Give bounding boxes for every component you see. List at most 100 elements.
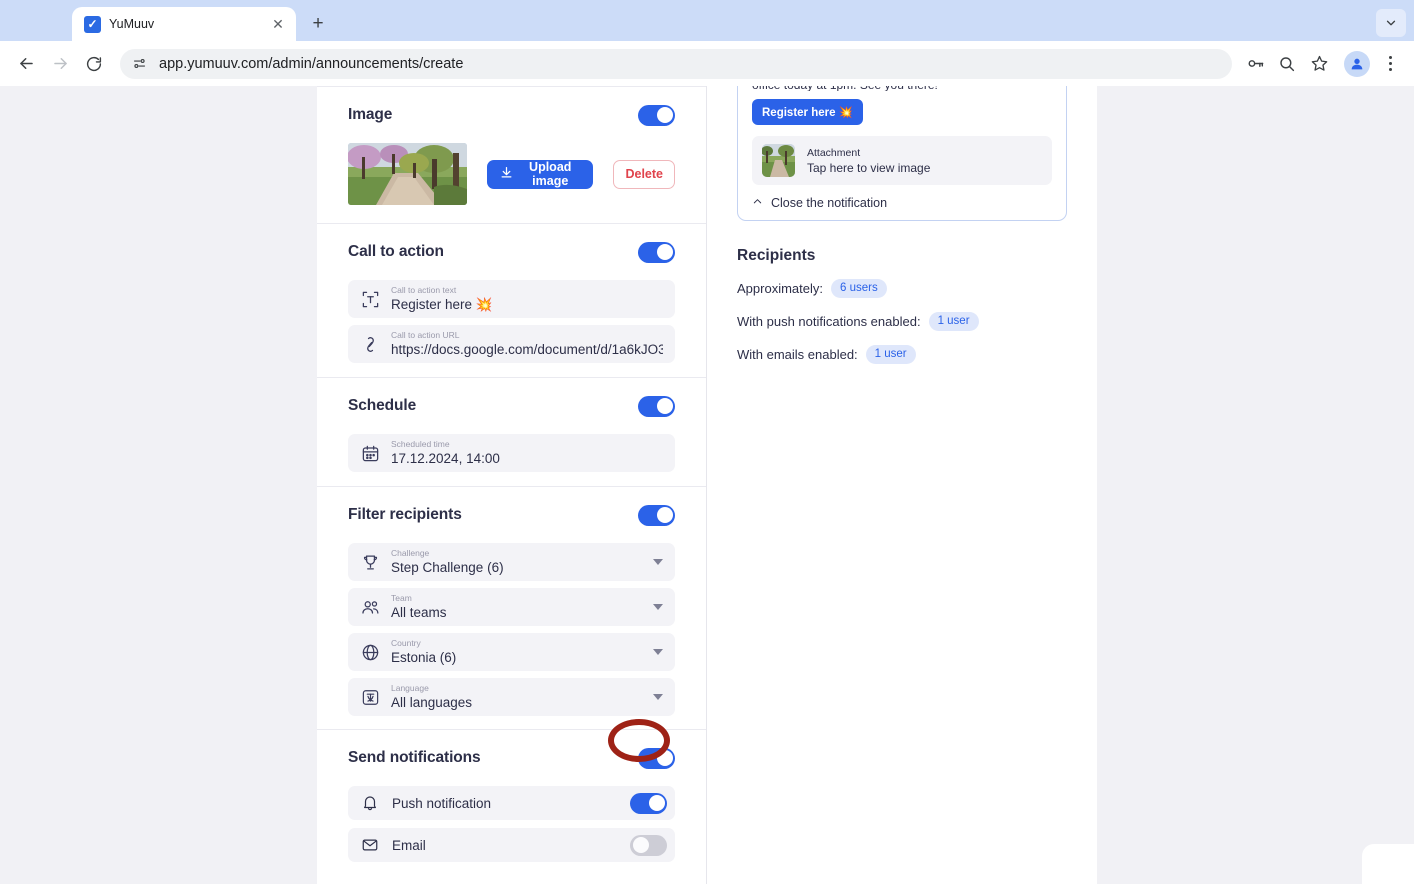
translate-icon [360,687,380,707]
close-icon[interactable]: ✕ [268,14,288,34]
browser-toolbar: app.yumuuv.com/admin/announcements/creat… [0,41,1414,86]
reload-icon[interactable] [78,48,110,80]
zoom-icon[interactable] [1272,49,1302,79]
cta-text-field[interactable]: Call to action text Register here 💥 [348,280,675,318]
password-key-icon[interactable] [1240,49,1270,79]
tab-strip: ✓ YuMuuv ✕ + [0,0,1414,41]
filter-language-value: All languages [391,695,473,710]
toggle-push-notification[interactable] [630,792,667,814]
preview-cta-chip[interactable]: Register here 💥 [752,99,864,125]
recipient-label: With push notifications enabled: [737,314,921,329]
toggle-schedule[interactable] [638,395,675,417]
scheduled-time-label: Scheduled time [391,439,450,449]
filter-team-body: Team All teams [391,593,636,621]
chevron-down-icon[interactable] [653,649,663,655]
filter-country-select[interactable]: Country Estonia (6) [348,633,675,671]
recipient-count-badge: 1 user [928,312,979,331]
site-settings-icon[interactable] [128,53,150,75]
recipient-count-badge: 1 user [865,345,916,364]
toggle-cta[interactable] [638,241,675,263]
browser-window: ✓ YuMuuv ✕ + app.yumuuv.com/admin/announ… [0,0,1414,884]
section-title-filter: Filter recipients [348,506,462,523]
envelope-icon [360,835,380,855]
recipients-title: Recipients [737,247,816,264]
option-push-notification[interactable]: Push notification [348,786,675,820]
chevron-up-icon [752,196,763,210]
chevron-down-icon[interactable] [653,604,663,610]
cta-url-label: Call to action URL [391,330,460,340]
toggle-email[interactable] [630,834,667,856]
attachment-thumbnail [762,144,795,177]
announcement-create-card: Image Upload image Delete Call to action… [317,86,1097,884]
favicon-icon: ✓ [84,15,101,33]
address-bar[interactable]: app.yumuuv.com/admin/announcements/creat… [120,48,1232,79]
filter-country-body: Country Estonia (6) [391,638,636,666]
filter-team-select[interactable]: Team All teams [348,588,675,626]
toggle-send-notifications[interactable] [638,747,675,769]
filter-language-select[interactable]: Language All languages [348,678,675,716]
toolbar-icons [1240,49,1404,79]
section-cta-header: Call to action [348,224,675,280]
option-email-label: Email [392,837,426,853]
forward-icon[interactable] [44,48,76,80]
section-filter-header: Filter recipients [348,487,675,543]
upload-image-label: Upload image [529,160,572,188]
recipient-row-approximately: Approximately: 6 users [737,279,1067,298]
calendar-icon [360,443,380,463]
bookmark-star-icon[interactable] [1304,49,1334,79]
cta-text-label: Call to action text [391,285,457,295]
filter-team-label: Team [391,593,412,603]
toggle-image[interactable] [638,104,675,126]
image-row: Upload image Delete [348,143,675,223]
attachment-subtitle: Tap here to view image [807,160,931,175]
scheduled-time-value: 17.12.2024, 14:00 [391,451,500,466]
cta-url-field[interactable]: Call to action URL https://docs.google.c… [348,325,675,363]
toggle-filter[interactable] [638,504,675,526]
close-notification-row[interactable]: Close the notification [752,196,1052,210]
bell-icon [360,793,380,813]
notification-preview-card: office today at 1pm. See you there! Regi… [737,86,1067,221]
attachment-texts: Attachment Tap here to view image [807,146,930,176]
section-title-schedule: Schedule [348,397,417,414]
filter-language-body: Language All languages [391,683,636,711]
form-column: Image Upload image Delete Call to action… [317,86,707,884]
filter-language-label: Language [391,683,429,693]
option-email[interactable]: Email [348,828,675,862]
filter-challenge-body: Challenge Step Challenge (6) [391,548,636,576]
tab-title: YuMuuv [109,17,155,31]
chevron-down-icon[interactable] [653,559,663,565]
filter-country-label: Country [391,638,421,648]
chrome-menu-icon[interactable] [1376,49,1404,79]
scheduled-time-body: Scheduled time 17.12.2024, 14:00 [391,439,663,467]
cta-text-body: Call to action text Register here 💥 [391,285,663,313]
back-icon[interactable] [10,48,42,80]
upload-image-button[interactable]: Upload image [487,159,594,189]
recipient-label: Approximately: [737,281,823,296]
image-thumbnail[interactable] [348,143,467,205]
floating-widget[interactable] [1362,844,1414,884]
section-image-header: Image [348,87,675,143]
delete-image-button[interactable]: Delete [613,159,675,189]
text-format-icon [360,289,380,309]
globe-icon [360,642,380,662]
link-icon [360,334,380,354]
new-tab-button[interactable]: + [304,10,332,38]
filter-challenge-select[interactable]: Challenge Step Challenge (6) [348,543,675,581]
filter-challenge-value: Step Challenge (6) [391,560,504,575]
attachment-row[interactable]: Attachment Tap here to view image [752,136,1052,185]
attachment-title: Attachment [807,146,861,159]
section-title-notifications: Send notifications [348,749,481,766]
filter-team-value: All teams [391,605,447,620]
download-icon [500,166,513,182]
chevron-down-icon[interactable] [1376,9,1406,37]
chevron-down-icon[interactable] [653,694,663,700]
recipient-count-badge: 6 users [830,279,887,298]
cta-url-body: Call to action URL https://docs.google.c… [391,330,663,358]
scheduled-time-field[interactable]: Scheduled time 17.12.2024, 14:00 [348,434,675,472]
tab-yumuuv[interactable]: ✓ YuMuuv ✕ [72,7,296,41]
recipient-row-email: With emails enabled: 1 user [737,345,1067,364]
profile-avatar[interactable] [1344,50,1370,77]
filter-country-value: Estonia (6) [391,650,457,665]
notification-body-text: office today at 1pm. See you there! [752,86,1052,91]
recipient-label: With emails enabled: [737,347,858,362]
